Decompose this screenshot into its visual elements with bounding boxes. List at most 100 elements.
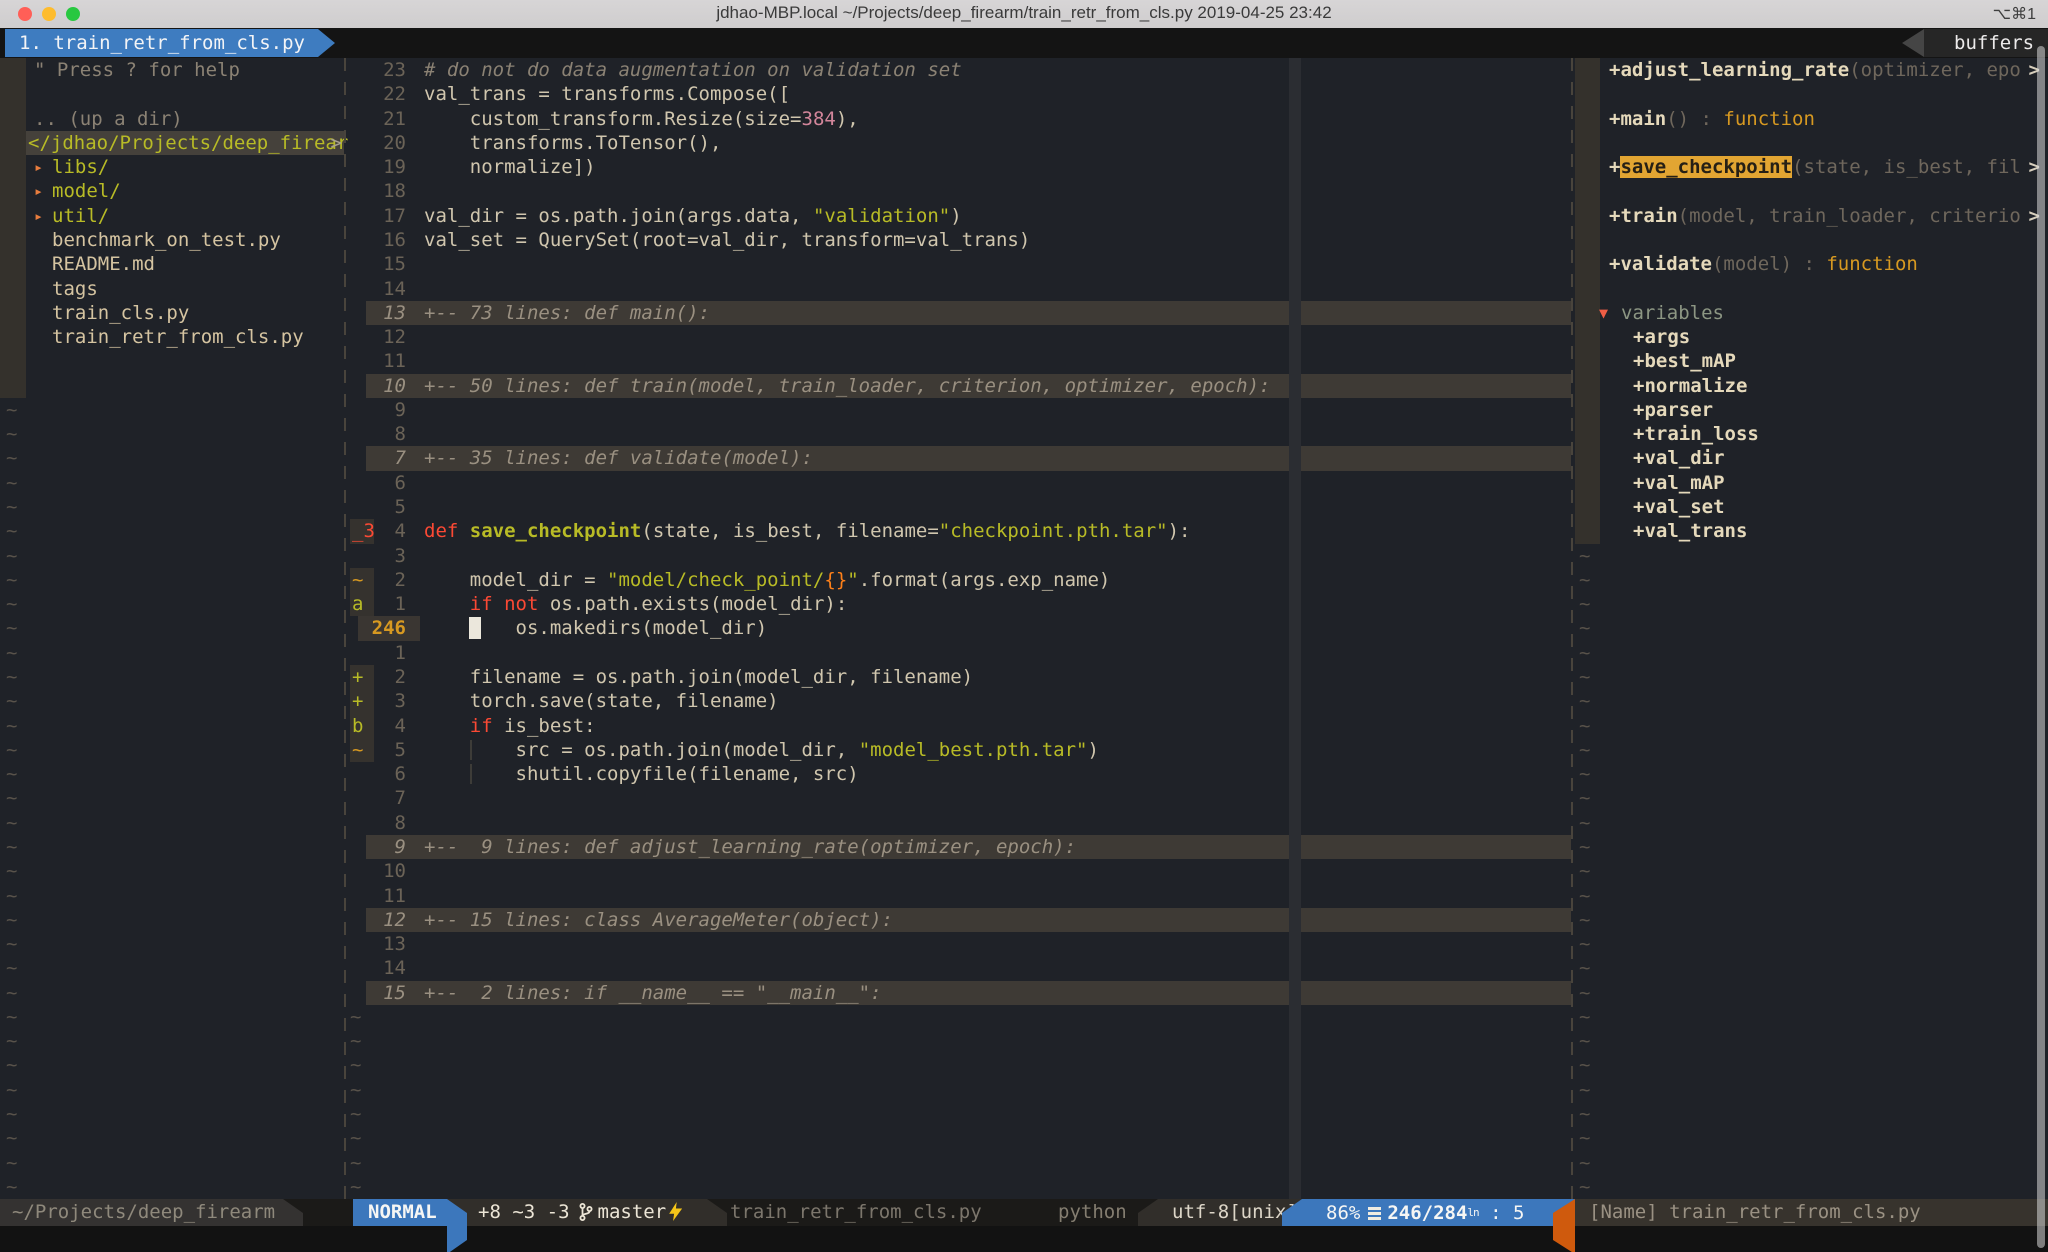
code-line[interactable]: 3 (348, 544, 1571, 568)
tilde-marker: ~ (1575, 763, 1590, 785)
tagbar-var-train_loss[interactable]: +train_loss (1575, 422, 2048, 446)
code-line[interactable]: 1 (348, 641, 1571, 665)
buffers-label[interactable]: buffers (1924, 29, 2048, 57)
tagbar-var-parser[interactable]: +parser (1575, 398, 2048, 422)
variable-name: +val_set (1633, 495, 1725, 519)
line-number: 22 (348, 82, 406, 106)
code-line[interactable]: 22val_trans = transforms.Compose([ (348, 82, 1571, 106)
tagbar-var-best_mAP[interactable]: +best_mAP (1575, 349, 2048, 373)
folded-line[interactable]: 12+-- 15 lines: class AverageMeter(objec… (348, 908, 1571, 932)
tagbar-tag-adjust_learning_rate[interactable]: +adjust_learning_rate(optimizer, epo> (1575, 58, 2048, 82)
nerdtree-dir-libs[interactable]: ▸libs/ (0, 155, 344, 179)
tilde-marker: ~ (1575, 933, 1590, 955)
code-line[interactable]: 14 (348, 956, 1571, 980)
code-line[interactable]: 11 (348, 349, 1571, 373)
window-separator-right[interactable] (1571, 58, 1573, 1199)
tilde-row: ~ (348, 1151, 1571, 1175)
code-line[interactable]: _34def save_checkpoint(state, is_best, f… (348, 519, 1571, 543)
code-line[interactable]: 20 transforms.ToTensor(), (348, 131, 1571, 155)
tilde-marker: ~ (0, 1079, 17, 1101)
tilde-marker: ~ (348, 1054, 361, 1076)
tagbar-tag-validate[interactable]: +validate(model) : function (1575, 252, 2048, 276)
tilde-marker: ~ (1575, 1006, 1590, 1028)
tag-signature: (state, is_best, fil (1792, 156, 2021, 178)
code-line[interactable]: 12 (348, 325, 1571, 349)
code-line[interactable]: 7 (348, 786, 1571, 810)
tagbar-var-args[interactable]: +args (1575, 325, 2048, 349)
tagbar-tag-train[interactable]: +train(model, train_loader, criterio> (1575, 204, 2048, 228)
code-line[interactable]: 8 (348, 422, 1571, 446)
folded-line[interactable]: 10+-- 50 lines: def train(model, train_l… (348, 374, 1571, 398)
code-line[interactable]: 6 shutil.copyfile(filename, src) (348, 762, 1571, 786)
tilde-marker: ~ (0, 1152, 17, 1174)
line-number: 14 (348, 277, 406, 301)
code-line[interactable]: 15 (348, 252, 1571, 276)
folded-line[interactable]: 15+-- 2 lines: if __name__ == "__main__"… (348, 981, 1571, 1005)
nerdtree-file-train_retr_from_clspy[interactable]: train_retr_from_cls.py (0, 325, 344, 349)
editor-window[interactable]: 23# do not do data augmentation on valid… (348, 58, 1571, 1199)
tagbar-panel[interactable]: +adjust_learning_rate(optimizer, epo> +ma… (1575, 58, 2048, 1199)
code-line[interactable]: +2 filename = os.path.join(model_dir, fi… (348, 665, 1571, 689)
code-line[interactable]: 16val_set = QuerySet(root=val_dir, trans… (348, 228, 1571, 252)
code-line[interactable]: 246 os.makedirs(model_dir) (348, 616, 1571, 640)
code-text: if is_best: (424, 714, 596, 738)
code-line[interactable]: 10 (348, 859, 1571, 883)
tilde-marker: ~ (0, 982, 17, 1004)
nerdtree-file-benchmark_on_testpy[interactable]: benchmark_on_test.py (0, 228, 344, 252)
nerdtree-file-READMEmd[interactable]: README.md (0, 252, 344, 276)
tilde-marker: ~ (0, 520, 17, 542)
line-number: 7 (348, 786, 406, 810)
code-line[interactable]: 9 (348, 398, 1571, 422)
vim-command-line[interactable] (0, 1226, 2048, 1252)
variable-name: +train_loss (1633, 422, 1759, 446)
tilde-marker: ~ (348, 1103, 361, 1125)
code-line[interactable]: 13 (348, 932, 1571, 956)
nerdtree-file-tags[interactable]: tags (0, 277, 344, 301)
nerdtree-row[interactable]: " Press ? for help (0, 58, 344, 82)
nerdtree-panel[interactable]: " Press ? for help .. (up a dir)</jdhao/P… (0, 58, 344, 1199)
tilde-row: ~ (1575, 932, 2048, 956)
tab-active-buffer[interactable]: 1. train_retr_from_cls.py (5, 29, 335, 57)
tagbar-var-val_mAP[interactable]: +val_mAP (1575, 471, 2048, 495)
tagbar-tag-save_checkpoint[interactable]: +save_checkpoint(state, is_best, fil> (1575, 155, 2048, 179)
tilde-marker: ~ (1575, 1127, 1590, 1149)
code-line[interactable]: 6 (348, 471, 1571, 495)
code-line[interactable]: 8 (348, 811, 1571, 835)
code-line[interactable]: ~2 model_dir = "model/check_point/{}".fo… (348, 568, 1571, 592)
code-line[interactable]: ~5 src = os.path.join(model_dir, "model_… (348, 738, 1571, 762)
nerdtree-dir-util[interactable]: ▸util/ (0, 204, 344, 228)
tilde-row: ~ (348, 1126, 1571, 1150)
nerdtree-file-train_clspy[interactable]: train_cls.py (0, 301, 344, 325)
tilde-row: ~ (1575, 1151, 2048, 1175)
tilde-row: ~ (1575, 956, 2048, 980)
code-line[interactable]: 19 normalize]) (348, 155, 1571, 179)
scrollbar[interactable] (2037, 46, 2045, 1248)
statusline-nerdtree-path: ~/Projects/deep_firearm (0, 1199, 283, 1226)
tagbar-var-val_set[interactable]: +val_set (1575, 495, 2048, 519)
code-line[interactable]: 11 (348, 884, 1571, 908)
tagbar-var-normalize[interactable]: +normalize (1575, 374, 2048, 398)
nerdtree-dir-model[interactable]: ▸model/ (0, 179, 344, 203)
code-line[interactable]: b4 if is_best: (348, 714, 1571, 738)
folded-line[interactable]: 9+-- 9 lines: def adjust_learning_rate(o… (348, 835, 1571, 859)
nerdtree-row[interactable]: .. (up a dir) (0, 107, 344, 131)
folded-line[interactable]: 7+-- 35 lines: def validate(model): (348, 446, 1571, 470)
code-line[interactable]: +3 torch.save(state, filename) (348, 689, 1571, 713)
tagbar-kind-variables[interactable]: ▼variables (1575, 301, 2048, 325)
code-text: filename = os.path.join(model_dir, filen… (424, 665, 973, 689)
window-separator-left[interactable] (344, 58, 346, 1199)
code-line[interactable]: 18 (348, 179, 1571, 203)
code-line[interactable]: 17val_dir = os.path.join(args.data, "val… (348, 204, 1571, 228)
tagbar-var-val_dir[interactable]: +val_dir (1575, 446, 2048, 470)
code-line[interactable]: a1 if not os.path.exists(model_dir): (348, 592, 1571, 616)
code-line[interactable]: 21 custom_transform.Resize(size=384), (348, 107, 1571, 131)
tagbar-tag-main[interactable]: +main() : function (1575, 107, 2048, 131)
tagbar-var-val_trans[interactable]: +val_trans (1575, 519, 2048, 543)
code-line[interactable]: 5 (348, 495, 1571, 519)
nerdtree-root-row[interactable]: </jdhao/Projects/deep_firear> (0, 131, 344, 155)
code-line[interactable]: 14 (348, 277, 1571, 301)
tilde-row: ~ (1575, 859, 2048, 883)
folded-line[interactable]: 13+-- 73 lines: def main(): (348, 301, 1571, 325)
tagbar-row (1575, 277, 2048, 301)
code-line[interactable]: 23# do not do data augmentation on valid… (348, 58, 1571, 82)
